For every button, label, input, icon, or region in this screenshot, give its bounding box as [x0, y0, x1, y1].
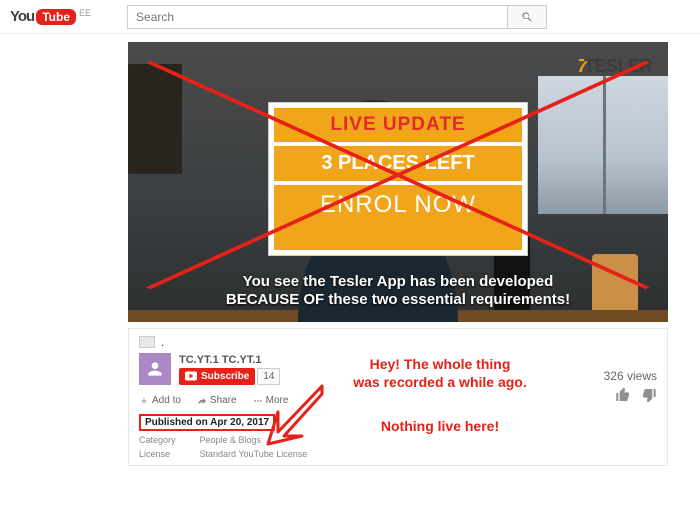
logo-locale: EE [79, 8, 91, 18]
subscribe-wrap: Subscribe 14 [179, 368, 280, 385]
license-key: License [139, 449, 197, 459]
top-bar: You Tube EE [0, 0, 700, 34]
meta-category: Category People & Blogs [139, 435, 657, 445]
promo-enroll: ENROL NOW [274, 191, 522, 219]
youtube-logo[interactable]: You Tube EE [10, 8, 91, 25]
subscriber-count: 14 [257, 368, 280, 385]
video-player[interactable]: 7TESLER LIVE UPDATE 3 PLACES LEFT ENROL … [128, 42, 668, 322]
share-label: Share [210, 395, 237, 406]
share-button[interactable]: Share [197, 395, 237, 406]
video-title: . [161, 335, 164, 349]
plus-icon [139, 396, 149, 406]
search-icon [521, 11, 533, 23]
search-button[interactable] [507, 5, 547, 29]
caption-line2: BECAUSE OF these two essential requireme… [226, 291, 570, 308]
window-prop [538, 76, 668, 214]
promo-places: 3 PLACES LEFT [274, 142, 522, 185]
subscribe-button[interactable]: Subscribe [179, 368, 255, 385]
tesler-logo: 7TESLER [577, 56, 652, 77]
video-title-row: . [139, 335, 657, 349]
dots-icon [253, 396, 263, 406]
channel-row: TC.YT.1 TC.YT.1 Subscribe 14 [139, 353, 657, 385]
youtube-play-icon [185, 371, 197, 381]
logo-you: You [10, 8, 34, 25]
subscribe-label: Subscribe [201, 371, 249, 382]
add-to-label: Add to [152, 395, 181, 406]
thumbs-row [615, 387, 657, 408]
caption-line1: You see the Tesler App has been develope… [243, 273, 554, 290]
meta-license: License Standard YouTube License [139, 449, 657, 459]
tesler-brand: TESLER [584, 56, 652, 76]
video-info-panel: . TC.YT.1 TC.YT.1 Subscribe 14 326 views [128, 328, 668, 466]
channel-avatar[interactable] [139, 353, 171, 385]
promo-card: LIVE UPDATE 3 PLACES LEFT ENROL NOW [268, 102, 528, 256]
share-icon [197, 396, 207, 406]
like-button[interactable] [615, 387, 631, 408]
more-label: More [266, 395, 289, 406]
search-input[interactable] [127, 5, 507, 29]
promo-live: LIVE UPDATE [274, 114, 522, 136]
video-caption: You see the Tesler App has been develope… [128, 273, 668, 311]
category-value: People & Blogs [200, 435, 262, 445]
thumbs-down-icon [641, 387, 657, 403]
content-column: 7TESLER LIVE UPDATE 3 PLACES LEFT ENROL … [128, 34, 668, 466]
add-to-button[interactable]: Add to [139, 395, 181, 406]
view-count: 326 views [604, 369, 657, 383]
video-actions: Add to Share More [139, 395, 657, 406]
title-thumbnail-icon [139, 336, 155, 348]
published-date: Published on Apr 20, 2017 [139, 414, 275, 431]
thumbs-up-icon [615, 387, 631, 403]
user-icon [145, 359, 165, 379]
logo-tube: Tube [36, 9, 76, 25]
channel-name[interactable]: TC.YT.1 TC.YT.1 [179, 354, 280, 366]
dislike-button[interactable] [641, 387, 657, 408]
bookshelf-prop [128, 64, 182, 174]
license-value: Standard YouTube License [200, 449, 308, 459]
more-button[interactable]: More [253, 395, 289, 406]
search-wrap [127, 5, 547, 29]
category-key: Category [139, 435, 197, 445]
